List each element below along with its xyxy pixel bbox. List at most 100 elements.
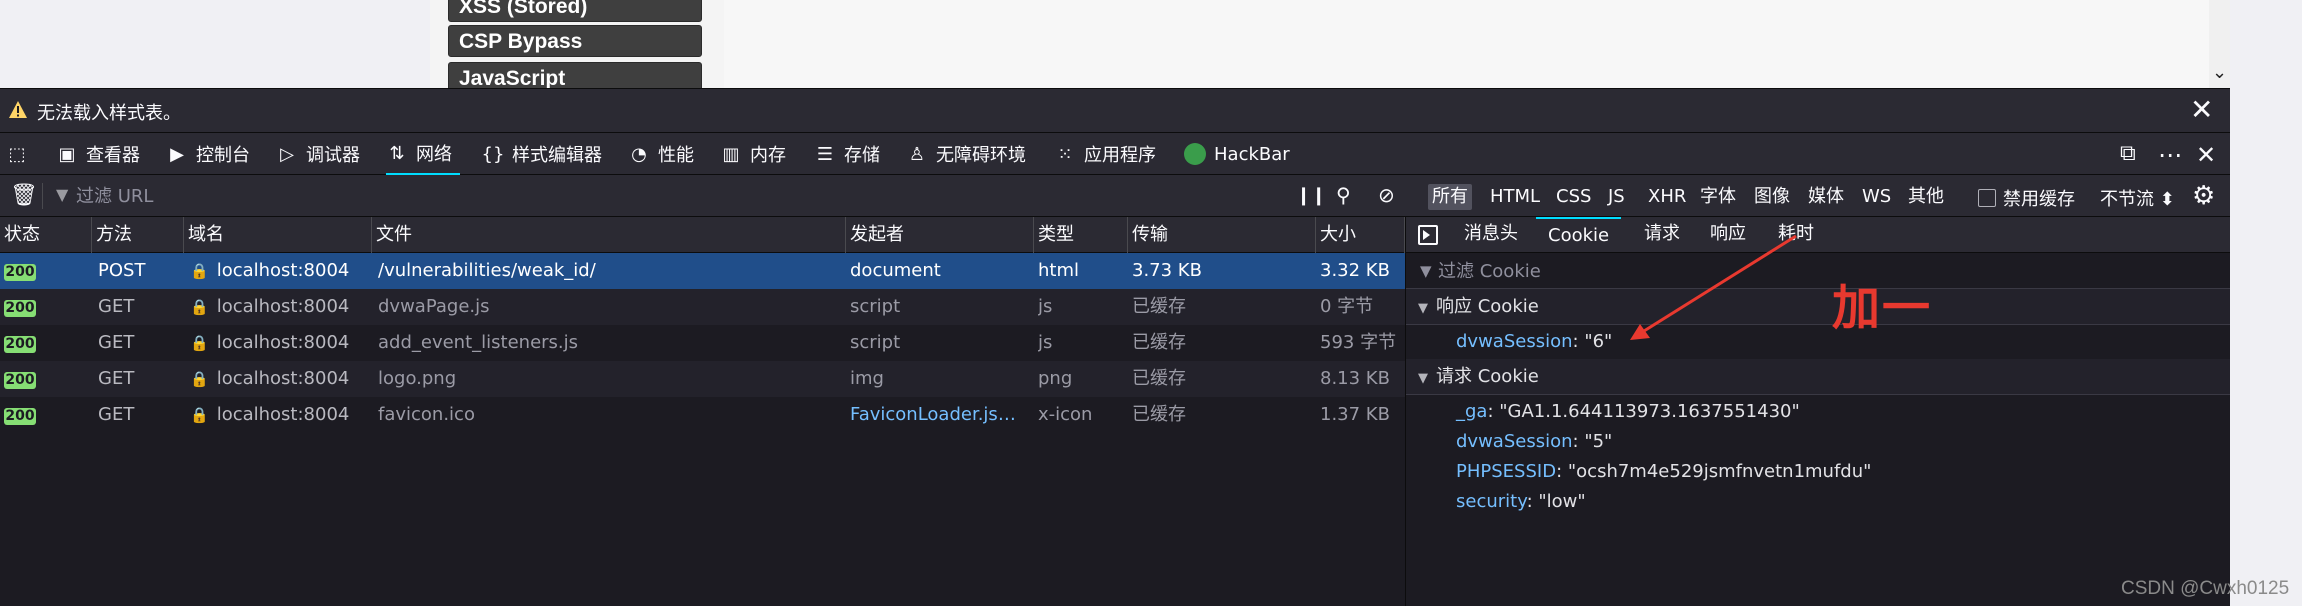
tab-hackbar[interactable]: HackBar [1184,133,1290,175]
col-initiator[interactable]: 发起者 [846,217,1034,253]
type-filter-js[interactable]: JS [1604,184,1629,210]
disable-cache-checkbox[interactable] [1978,189,1996,207]
tab-label: 调试器 [306,145,360,166]
type-filter-media[interactable]: 媒体 [1804,184,1848,210]
type-filter-all[interactable]: 所有 [1428,184,1472,210]
table-row[interactable]: 200 GET 🔒 localhost:8004 favicon.ico Favi… [0,397,1405,433]
devtools-panel: 无法载入样式表。 ✕ ⬚ ▣ 查看器 ▶ 控制台 ▷ 调试器 ⇅ 网络 {} 样… [0,88,2231,606]
caret-down-icon: ▼ [1418,371,1428,386]
type-cell: x-icon [1038,404,1093,425]
tab-console[interactable]: ▶ 控制台 [166,133,250,175]
domain-cell: 🔒 localhost:8004 [190,289,372,325]
cookie-item[interactable]: _ga: "GA1.1.644113973.1637551430" [1456,397,1800,427]
divider [42,183,43,209]
type-filter-images[interactable]: 图像 [1750,184,1794,210]
type-filter-other[interactable]: 其他 [1904,184,1948,210]
cookie-value: "ocsh7m4e529jsmfnvetn1mufdu" [1567,461,1872,482]
type-cell: js [1038,332,1053,353]
pause-icon[interactable]: ❙❙ [1296,185,1326,206]
transfer-cell: 已缓存 [1132,296,1186,317]
devtools-toolbar: ⬚ ▣ 查看器 ▶ 控制台 ▷ 调试器 ⇅ 网络 {} 样式编辑器 ◔ 性能 ▥… [0,133,2230,175]
tab-label: 无障碍环境 [936,145,1026,166]
tab-label: 控制台 [196,145,250,166]
col-status[interactable]: 状态 [0,217,92,253]
chevron-down-icon[interactable]: ⌄ [2209,62,2230,83]
type-filter-css[interactable]: CSS [1552,184,1595,210]
transfer-cell: 已缓存 [1132,368,1186,389]
cookie-separator: : [1526,491,1539,512]
cookie-key: dvwaSession [1456,331,1573,352]
more-options-icon[interactable]: ⋯ [2158,141,2182,169]
tab-performance[interactable]: ◔ 性能 [628,133,694,175]
notification-text: 无法载入样式表。 [37,103,181,124]
page-content [724,0,2209,88]
type-filter-ws[interactable]: WS [1858,184,1895,210]
close-icon[interactable]: ✕ [2190,95,2213,125]
cookie-key: security [1456,491,1527,512]
tab-accessibility[interactable]: ♙ 无障碍环境 [906,133,1026,175]
col-method[interactable]: 方法 [92,217,184,253]
col-type[interactable]: 类型 [1034,217,1128,253]
block-icon[interactable]: ⊘ [1378,183,1395,207]
col-transfer[interactable]: 传输 [1128,217,1316,253]
type-filter-html[interactable]: HTML [1486,184,1544,210]
domain-cell: 🔒 localhost:8004 [190,325,372,361]
cookie-item[interactable]: PHPSESSID: "ocsh7m4e529jsmfnvetn1mufdu" [1456,457,1871,487]
close-devtools-icon[interactable]: ✕ [2196,141,2216,169]
size-cell: 0 字节 [1320,296,1374,317]
memory-icon: ▥ [722,143,740,165]
filter-icon: ▼ [56,185,69,204]
menu-item-csp-bypass[interactable]: CSP Bypass [448,25,702,57]
tab-label: HackBar [1214,143,1290,165]
tab-application[interactable]: ⁙ 应用程序 [1054,133,1156,175]
tab-network[interactable]: ⇅ 网络 [386,133,460,175]
file-cell: dvwaPage.js [378,296,490,317]
cookie-separator: : [1556,461,1568,482]
throttling-select[interactable]: 不节流 ⬍ [2100,185,2175,211]
table-row[interactable]: 200 GET 🔒 localhost:8004 logo.png img png… [0,361,1405,397]
type-filter-fonts[interactable]: 字体 [1696,184,1740,210]
table-row[interactable]: 200 POST 🔒 localhost:8004 /vulnerabilitie… [0,253,1405,289]
debugger-icon: ▷ [280,143,294,165]
tab-style-editor[interactable]: {} 样式编辑器 [482,133,602,175]
trash-icon[interactable]: 🗑 [10,183,38,208]
toggle-sidebar-icon[interactable] [1418,225,1438,245]
tab-label: 存储 [844,145,880,166]
table-row[interactable]: 200 GET 🔒 localhost:8004 dvwaPage.js scri… [0,289,1405,325]
cookie-separator: : [1572,431,1585,452]
status-badge: 200 [4,264,36,281]
status-cell: 200 [0,253,92,289]
annotation-text: 加一 [1832,280,1933,336]
application-icon: ⁙ [1057,143,1073,165]
table-row[interactable]: 200 GET 🔒 localhost:8004 add_event_listen… [0,325,1405,361]
initiator-link[interactable]: FaviconLoader.jsm:1... [850,397,1030,433]
performance-icon: ◔ [631,143,647,165]
tab-memory[interactable]: ▥ 内存 [720,133,786,175]
filter-url-input[interactable] [76,183,1276,209]
disable-cache-label[interactable]: 禁用缓存 [2003,185,2075,211]
right-gutter [2230,0,2302,606]
col-domain[interactable]: 域名 [184,217,372,253]
tab-debugger[interactable]: ▷ 调试器 [276,133,360,175]
tab-headers[interactable]: 消息头 [1460,217,1522,253]
dock-icon[interactable]: ⧉ [2120,141,2136,166]
cookie-item[interactable]: dvwaSession: "6" [1456,327,1612,357]
file-cell: logo.png [378,368,457,389]
element-picker-button[interactable]: ⬚ [6,133,28,175]
gear-icon[interactable]: ⚙ [2192,181,2215,211]
col-size[interactable]: 大小 [1316,217,1405,253]
transfer-cell: 已缓存 [1132,404,1186,425]
search-icon[interactable]: ⚲ [1336,183,1351,207]
col-file[interactable]: 文件 [372,217,846,253]
tab-inspector[interactable]: ▣ 查看器 [56,133,140,175]
cookie-item[interactable]: dvwaSession: "5" [1456,427,1612,457]
cookie-value: "5" [1584,431,1613,452]
domain-cell: 🔒 localhost:8004 [190,361,372,397]
file-cell: add_event_listeners.js [378,332,579,353]
style-editor-icon: {} [481,143,505,165]
tab-storage[interactable]: ☰ 存储 [814,133,880,175]
menu-item-xss-stored[interactable]: XSS (Stored) [448,0,702,22]
cookie-item[interactable]: security: "low" [1456,487,1586,517]
tab-label: 查看器 [86,145,140,166]
type-filter-xhr[interactable]: XHR [1644,184,1690,210]
